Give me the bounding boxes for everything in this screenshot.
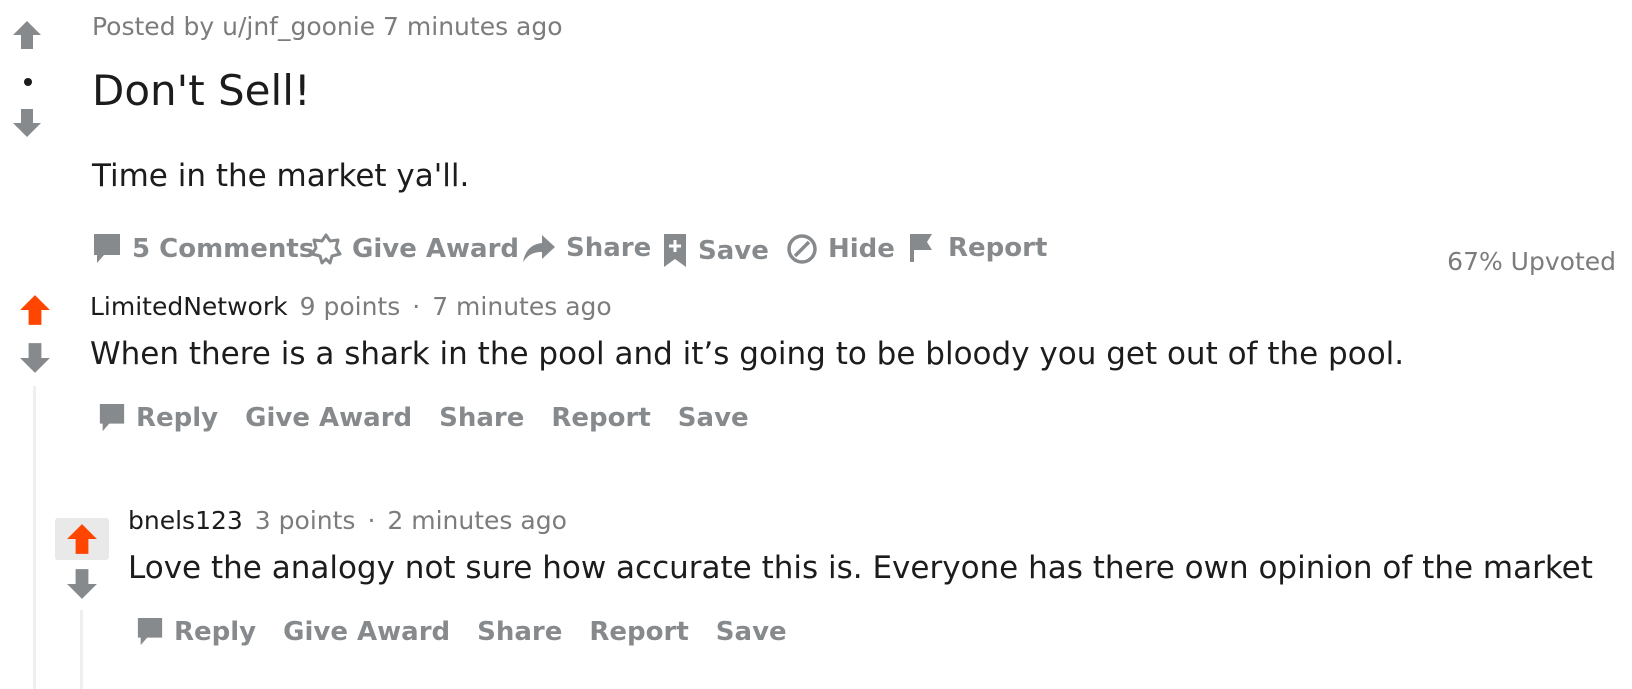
reply-upvote-icon — [66, 523, 98, 555]
comment-header: bnels123 3 points · 2 minutes ago — [128, 506, 567, 535]
post-title[interactable]: Don't Sell! — [92, 66, 311, 115]
share-arrow-icon — [522, 233, 556, 263]
bookmark-plus-icon — [662, 233, 688, 269]
share-button[interactable]: Share — [477, 617, 562, 647]
comment-downvote-icon[interactable] — [19, 342, 51, 374]
report-button[interactable]: Report — [551, 403, 650, 433]
reply-label: Reply — [136, 403, 219, 433]
share-button[interactable]: Share — [439, 403, 524, 433]
comment-author[interactable]: LimitedNetwork — [90, 292, 288, 321]
give-award-button[interactable]: Give Award — [283, 617, 450, 647]
post-meta: Posted by u/jnf_goonie 7 minutes ago — [92, 12, 563, 41]
comments-button[interactable]: 5 Comments — [92, 233, 314, 265]
comment-time[interactable]: 7 minutes ago — [432, 292, 611, 321]
share-label: Share — [566, 233, 652, 263]
reply-button[interactable]: Reply — [98, 403, 218, 433]
comment-header: LimitedNetwork 9 points · 7 minutes ago — [90, 292, 612, 321]
post-body: Time in the market ya'll. — [92, 158, 470, 194]
comment-actions: Reply Give Award Share Report Save — [136, 617, 787, 647]
comment-time[interactable]: 2 minutes ago — [387, 506, 566, 535]
post-vote-score — [24, 78, 32, 86]
reply-downvote-icon[interactable] — [66, 568, 98, 600]
save-button[interactable]: Save — [678, 403, 749, 433]
comment-points: 9 points — [299, 292, 401, 321]
hide-label: Hide — [828, 234, 895, 264]
comments-label: 5 Comments — [132, 234, 315, 264]
hide-button[interactable]: Hide — [786, 233, 895, 265]
reply-button[interactable]: Reply — [136, 617, 256, 647]
speech-bubble-icon — [92, 233, 122, 265]
comment-actions: Reply Give Award Share Report Save — [98, 403, 749, 433]
save-button[interactable]: Save — [716, 617, 787, 647]
report-button[interactable]: Report — [589, 617, 688, 647]
report-button[interactable]: Report — [908, 233, 1047, 263]
comment-author[interactable]: bnels123 — [128, 506, 243, 535]
post-upvote-icon[interactable] — [12, 20, 42, 50]
flag-icon — [908, 233, 938, 263]
comment-body: Love the analogy not sure how accurate t… — [128, 550, 1593, 586]
give-award-button[interactable]: Give Award — [310, 233, 519, 265]
give-award-button[interactable]: Give Award — [245, 403, 412, 433]
report-label: Report — [948, 233, 1048, 263]
save-button[interactable]: Save — [662, 233, 769, 269]
slash-circle-icon — [786, 233, 818, 265]
save-label: Save — [698, 236, 769, 266]
comment-separator: · — [412, 292, 421, 321]
reply-upvote-button[interactable] — [55, 518, 109, 560]
award-icon — [310, 233, 342, 265]
comment-upvote-icon[interactable] — [19, 294, 51, 326]
comment-points: 3 points — [254, 506, 356, 535]
reply-label: Reply — [174, 617, 257, 647]
speech-bubble-icon — [136, 617, 164, 647]
share-button[interactable]: Share — [522, 233, 651, 263]
post-downvote-icon[interactable] — [12, 108, 42, 138]
comment-separator: · — [367, 506, 376, 535]
thread-line[interactable] — [80, 610, 83, 689]
thread-line[interactable] — [33, 386, 36, 689]
speech-bubble-icon — [98, 403, 126, 433]
upvote-ratio: 67% Upvoted — [1447, 247, 1616, 276]
give-award-label: Give Award — [352, 234, 520, 264]
comment-body: When there is a shark in the pool and it… — [90, 336, 1405, 372]
